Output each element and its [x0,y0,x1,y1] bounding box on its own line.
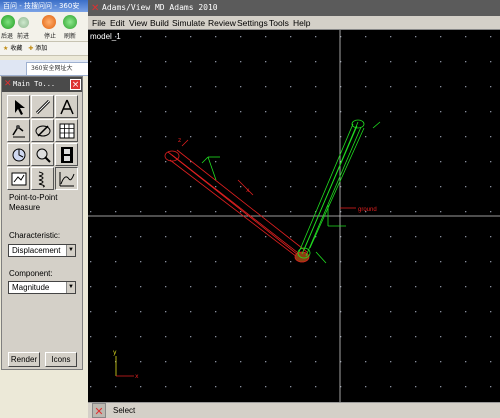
part-tool-button[interactable] [31,95,54,118]
characteristic-select[interactable]: Displacement ▼ [8,244,76,257]
component-value: Magnitude [12,283,50,292]
toolbox-close-button[interactable]: × [70,79,81,90]
menu-file[interactable]: File [92,17,106,29]
component-label: Component: [9,269,53,278]
simulation-gear-icon [12,148,26,162]
characteristic-label: Characteristic: [9,231,61,240]
stop-icon[interactable] [42,15,56,29]
adams-window: ✕ Adams/View MD Adams 2010 File Edit Vie… [88,0,500,418]
measure-type-label-1: Point-to-Point [9,193,58,202]
joint-tool-button[interactable] [7,119,30,142]
select-tool-button[interactable] [7,95,30,118]
svg-text:x: x [246,187,250,194]
tab-label: 360安全网址大 [31,65,73,72]
status-text: Select [113,406,136,415]
animate-tool-button[interactable] [31,143,54,166]
back-icon[interactable] [1,15,15,29]
measure-type-label-2: Measure [9,203,41,212]
film-tool-button[interactable] [55,143,78,166]
svg-text:x: x [135,373,139,380]
menu-review[interactable]: Review [208,17,236,29]
plot-window-icon [11,172,27,186]
icons-button[interactable]: Icons [45,352,77,367]
film-strip-icon [61,147,73,163]
spring-icon [38,171,45,188]
svg-text:z: z [178,137,181,144]
stop-label[interactable]: 停止 [44,31,56,40]
forward-icon[interactable] [18,17,29,28]
ground-label: ground [358,207,377,213]
menu-view[interactable]: View [129,17,147,29]
menu-edit[interactable]: Edit [110,17,125,29]
chevron-down-icon[interactable]: ▼ [66,245,75,256]
menu-build[interactable]: Build [150,17,169,29]
forward-label[interactable]: 前进 [17,31,29,40]
measure-graph-icon [59,172,75,187]
browser-tab[interactable]: 360安全网址大 [26,62,90,75]
simulate-tool-button[interactable] [7,143,30,166]
menubar: File Edit View Build Simulate Review Set… [88,16,500,30]
svg-text:y: y [113,349,117,356]
graphics-viewport[interactable]: model_1 z x [88,30,500,402]
menu-tools[interactable]: Tools [269,17,289,29]
rotation-icon [35,125,51,137]
browser-navbar: 后退 前进 停止 刷新 [0,12,90,42]
characteristic-value: Displacement [12,246,61,255]
motion-tool-button[interactable] [31,119,54,142]
favorites-icon[interactable]: ★ [3,45,8,52]
adams-title: Adams/View MD Adams 2010 [102,3,218,12]
adams-logo-icon: ✕ [91,3,100,14]
hinge-joint-icon [12,125,25,138]
status-logo-icon[interactable]: ✕ [92,403,106,418]
favorites-label[interactable]: 收藏 [10,45,22,52]
favorites-bar: ★ 收藏 ✚ 添加 [0,42,90,56]
status-bar: ✕ Select [88,402,500,418]
add-favorite-icon[interactable]: ✚ [28,45,33,52]
main-toolbox: ✕ Main To... × Point-to-Point Measure Ch… [1,76,83,370]
plot-tool-button[interactable] [7,167,30,190]
toolbox-title: Main To... [13,80,56,88]
render-button[interactable]: Render [8,352,40,367]
add-favorite-label[interactable]: 添加 [35,45,47,52]
magnifier-icon [36,148,51,163]
table-tool-button[interactable] [55,119,78,142]
connector-tool-button[interactable] [55,95,78,118]
back-label[interactable]: 后退 [1,31,13,40]
toolbox-logo-icon: ✕ [4,79,12,89]
refresh-label[interactable]: 刷新 [64,31,76,40]
spring-tool-button[interactable] [31,167,54,190]
adams-titlebar: ✕ Adams/View MD Adams 2010 [88,0,500,16]
arrow-cursor-icon [15,100,25,115]
component-select[interactable]: Magnitude ▼ [8,281,76,294]
refresh-icon[interactable] [63,15,77,29]
chevron-down-icon[interactable]: ▼ [66,282,75,293]
menu-settings[interactable]: Settings [237,17,268,29]
link-part-icon [35,99,51,115]
measure-tool-button[interactable] [55,167,78,190]
browser-title: 百问 - 技搜问问 - 360安 [0,0,90,12]
compass-icon [60,99,74,115]
model-graphics[interactable]: z x ground y x [88,30,500,402]
grid-table-icon [59,123,75,139]
menu-simulate[interactable]: Simulate [172,17,205,29]
menu-help[interactable]: Help [293,17,310,29]
browser-tabbar: 360安全网址大 [0,60,90,76]
